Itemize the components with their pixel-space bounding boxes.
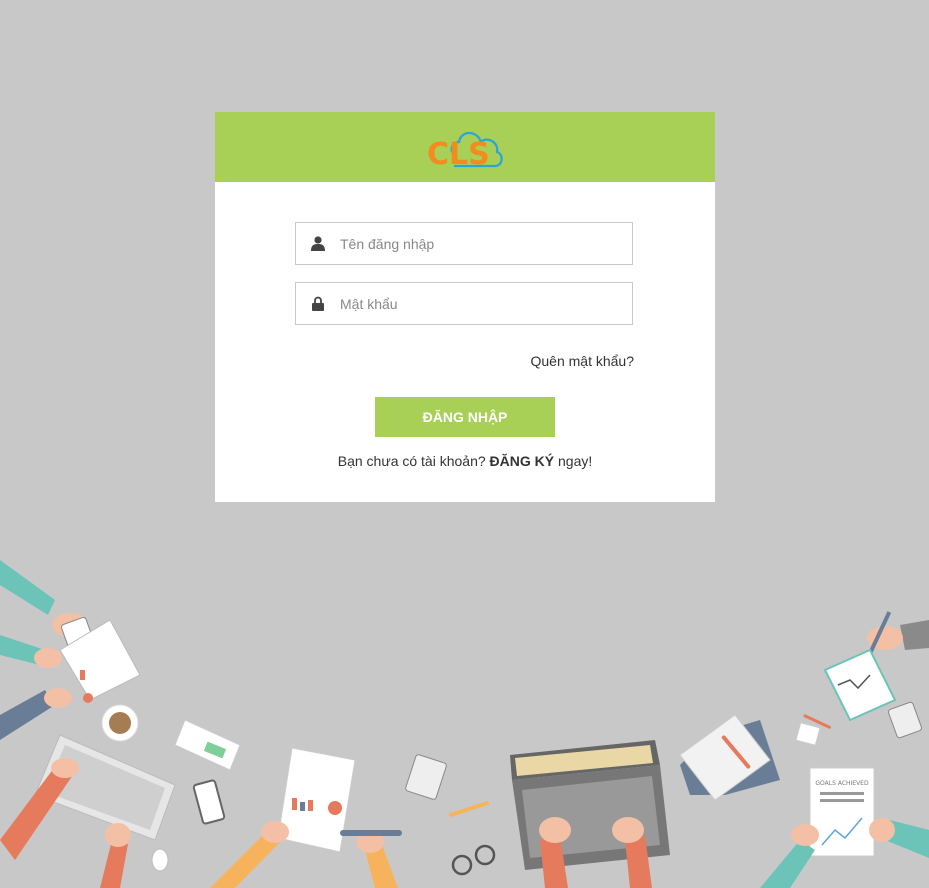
login-button[interactable]: ĐĂNG NHẬP: [375, 397, 555, 437]
forgot-password-link[interactable]: Quên mật khẩu?: [530, 353, 634, 369]
password-input[interactable]: [340, 295, 610, 312]
username-input[interactable]: [340, 235, 610, 252]
user-icon: [296, 236, 340, 251]
login-card: CLS Quên mật khẩu? ĐĂNG NHẬP Bạn chưa có…: [215, 112, 715, 502]
username-field[interactable]: [295, 222, 633, 265]
register-suffix: ngay!: [558, 453, 593, 469]
card-header: CLS: [215, 112, 715, 182]
register-prefix: Bạn chưa có tài khoản?: [337, 453, 486, 469]
logo-text: CLS: [427, 137, 490, 172]
register-prompt: Bạn chưa có tài khoản? ĐĂNG KÝ ngay!: [215, 453, 715, 469]
goals-achieved-label: GOALS ACHIEVED: [815, 780, 869, 787]
lock-icon: [296, 296, 340, 311]
password-field[interactable]: [295, 282, 633, 325]
office-desk-illustration: GOALS ACHIEVED: [0, 560, 929, 888]
register-link[interactable]: ĐĂNG KÝ: [490, 453, 555, 469]
cls-logo: CLS: [425, 122, 505, 172]
